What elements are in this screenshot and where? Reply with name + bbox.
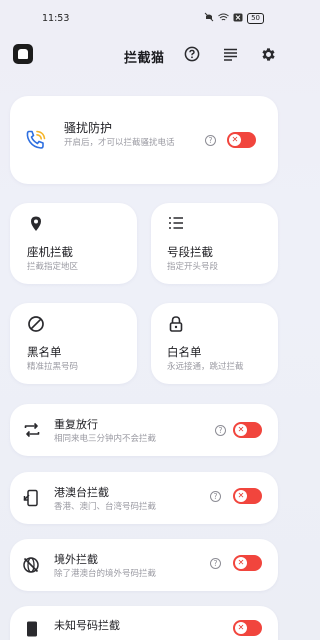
list-icon — [167, 215, 185, 233]
toggle-off-x-icon: ✕ — [229, 134, 241, 146]
row-title: 境外拦截 — [54, 553, 98, 566]
toggle-off-x-icon: ✕ — [235, 622, 247, 634]
app-bar: 拦截猫 — [0, 38, 288, 70]
grid-title: 号段拦截 — [167, 245, 213, 259]
row-desc: 香港、澳门、台湾号码拦截 — [54, 502, 157, 512]
row-desc: 除了港澳台的境外号码拦截 — [54, 569, 157, 579]
harassment-desc: 开启后，才可以拦截骚扰电话 — [64, 138, 175, 148]
help-icon[interactable]: ? — [210, 558, 221, 569]
unknown-number-toggle[interactable]: ✕ — [233, 620, 262, 636]
harassment-protection-card: 骚扰防护 开启后，才可以拦截骚扰电话 ? ✕ — [10, 96, 278, 184]
row-hk-mo-tw: 港澳台拦截 香港、澳门、台湾号码拦截 ? ✕ — [10, 472, 278, 524]
app-logo — [13, 44, 33, 64]
globe-off-icon — [22, 556, 40, 574]
mute-icon — [204, 12, 214, 25]
grid-desc: 精准拉黑号码 — [27, 362, 79, 372]
help-icon[interactable]: ? — [210, 491, 221, 502]
page-title: 拦截猫 — [124, 51, 165, 66]
block-icon — [27, 315, 45, 333]
row-repeat-allow: 重复放行 相同来电三分钟内不会拦截 ? ✕ — [10, 404, 278, 456]
toggle-off-x-icon: ✕ — [235, 557, 247, 569]
hk-mo-tw-toggle[interactable]: ✕ — [233, 488, 262, 504]
location-pin-icon — [27, 215, 45, 233]
phone-signal-icon — [24, 128, 48, 152]
row-desc: 相同来电三分钟内不会拦截 — [54, 434, 157, 444]
status-icons: 50 — [204, 12, 264, 25]
grid-card-landline[interactable]: 座机拦截 拦截指定地区 — [10, 203, 137, 284]
help-icon[interactable]: ? — [205, 135, 216, 146]
settings-gear-icon[interactable] — [259, 45, 277, 63]
row-unknown-number: 未知号码拦截 ✕ — [10, 606, 278, 640]
grid-card-prefix[interactable]: 号段拦截 指定开头号段 — [151, 203, 278, 284]
battery-indicator: 50 — [247, 13, 264, 24]
overseas-toggle[interactable]: ✕ — [233, 555, 262, 571]
lock-icon — [167, 315, 185, 333]
status-time: 11:53 — [42, 13, 70, 24]
row-title: 重复放行 — [54, 418, 98, 431]
harassment-toggle[interactable]: ✕ — [227, 132, 256, 148]
row-title: 未知号码拦截 — [54, 619, 120, 632]
grid-title: 黑名单 — [27, 345, 62, 359]
status-bar: 11:53 50 — [0, 0, 288, 34]
toggle-off-x-icon: ✕ — [235, 424, 247, 436]
repeat-allow-toggle[interactable]: ✕ — [233, 422, 262, 438]
grid-desc: 拦截指定地区 — [27, 262, 79, 272]
menu-lines-icon[interactable] — [221, 45, 239, 63]
row-title: 港澳台拦截 — [54, 486, 109, 499]
phone-exit-icon — [23, 489, 41, 507]
help-circle-icon[interactable] — [183, 45, 201, 63]
unknown-phone-icon — [23, 620, 41, 638]
repeat-icon — [23, 421, 41, 439]
wifi-icon — [218, 13, 229, 25]
grid-title: 白名单 — [167, 345, 202, 359]
grid-desc: 永远接通，跳过拦截 — [167, 362, 244, 372]
grid-desc: 指定开头号段 — [167, 262, 219, 272]
help-icon[interactable]: ? — [215, 425, 226, 436]
grid-title: 座机拦截 — [27, 245, 73, 259]
grid-card-whitelist[interactable]: 白名单 永远接通，跳过拦截 — [151, 303, 278, 384]
row-overseas: 境外拦截 除了港澳台的境外号码拦截 ? ✕ — [10, 539, 278, 591]
grid-card-blacklist[interactable]: 黑名单 精准拉黑号码 — [10, 303, 137, 384]
harassment-title: 骚扰防护 — [64, 121, 113, 135]
toggle-off-x-icon: ✕ — [235, 490, 247, 502]
box-x-icon — [233, 13, 243, 25]
